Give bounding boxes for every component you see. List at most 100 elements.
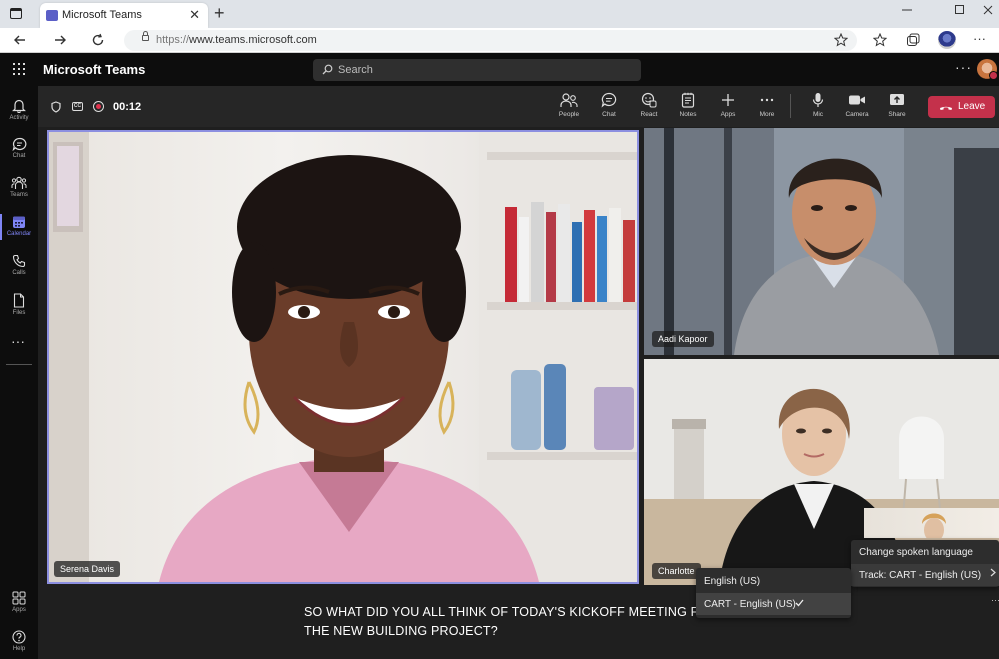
- favorites-icon[interactable]: [873, 33, 887, 47]
- participant-name-tag: Aadi Kapoor: [652, 331, 714, 347]
- chat-icon: [601, 92, 617, 108]
- shield-icon[interactable]: [51, 101, 61, 113]
- camera-icon: [849, 95, 865, 105]
- rail-item-help[interactable]: Help: [0, 623, 38, 659]
- rail-item-calendar[interactable]: Calendar: [0, 208, 38, 248]
- camera-button[interactable]: Camera: [837, 92, 877, 124]
- minimize-icon[interactable]: [902, 5, 912, 15]
- share-icon: [890, 94, 904, 105]
- rail-item-calls[interactable]: Calls: [0, 247, 38, 287]
- share-button[interactable]: Share: [877, 92, 917, 124]
- teams-favicon-icon: [46, 10, 58, 21]
- people-icon: [560, 93, 578, 107]
- maximize-icon[interactable]: [955, 5, 965, 15]
- help-icon: [12, 630, 26, 644]
- menu-item-english[interactable]: English (US): [704, 576, 760, 587]
- window-icon[interactable]: [10, 8, 22, 19]
- apps-button[interactable]: Apps: [708, 92, 748, 124]
- notes-button[interactable]: Notes: [668, 92, 708, 124]
- app-launcher-icon[interactable]: [13, 63, 25, 75]
- rail-item-teams[interactable]: Teams: [0, 169, 38, 209]
- toolbar-label: More: [759, 111, 775, 118]
- leave-button[interactable]: Leave: [928, 96, 995, 118]
- meeting-stage: Serena Davis Aadi Kapoor Charlotte SO WH…: [38, 127, 999, 659]
- address-bar-row: https://www.teams.microsoft.com ···: [0, 28, 999, 53]
- mic-icon: [812, 93, 824, 107]
- menu-item-track[interactable]: Track: CART - English (US): [859, 570, 981, 581]
- header-more-icon[interactable]: ···: [955, 59, 972, 75]
- leave-label: Leave: [958, 101, 986, 112]
- url-field[interactable]: https://www.teams.microsoft.com: [124, 30, 857, 51]
- hang-up-icon: [940, 106, 952, 110]
- rail-more-icon[interactable]: ···: [11, 333, 25, 349]
- live-caption: SO WHAT DID YOU ALL THINK OF TODAY'S KIC…: [304, 603, 724, 641]
- meeting-timer: 00:12: [113, 101, 142, 113]
- caption-more-icon[interactable]: ···: [991, 595, 999, 605]
- search-input[interactable]: Search: [313, 59, 641, 81]
- chat-button[interactable]: Chat: [589, 92, 629, 124]
- collections-icon[interactable]: [906, 33, 920, 47]
- phone-icon: [12, 254, 26, 268]
- rail-label: Calendar: [6, 231, 32, 237]
- toolbar-label: Camera: [845, 111, 869, 118]
- react-button[interactable]: React: [629, 92, 669, 124]
- participant-name-tag: Charlotte: [652, 563, 701, 579]
- user-avatar[interactable]: [977, 59, 998, 80]
- video-tile-serena[interactable]: Serena Davis: [47, 130, 639, 584]
- toolbar-label: People: [558, 111, 580, 118]
- rail-item-apps[interactable]: Apps: [0, 584, 38, 624]
- more-button[interactable]: More: [747, 92, 787, 124]
- people-button[interactable]: People: [549, 92, 589, 124]
- toolbar-label: Chat: [602, 111, 616, 118]
- file-icon: [13, 293, 25, 308]
- video-tile-aadi[interactable]: Aadi Kapoor: [644, 128, 999, 355]
- teams-icon: [11, 176, 27, 189]
- participant-video: [922, 513, 946, 538]
- toolbar-label: React: [640, 111, 658, 118]
- chat-icon: [12, 137, 26, 151]
- rail-label: Teams: [10, 192, 28, 198]
- browser-tab[interactable]: Microsoft Teams ✕: [40, 3, 208, 28]
- app-title: Microsoft Teams: [43, 62, 146, 77]
- participant-video: [49, 132, 637, 582]
- toolbar-label: Apps: [720, 111, 736, 118]
- rail-label: Calls: [12, 270, 26, 276]
- toolbar-label: Mic: [812, 111, 824, 118]
- close-window-icon[interactable]: [983, 5, 993, 15]
- refresh-icon[interactable]: [90, 32, 106, 48]
- browser-more-icon[interactable]: ···: [973, 31, 987, 46]
- rail-item-chat[interactable]: Chat: [0, 130, 38, 170]
- new-tab-button[interactable]: +: [214, 3, 225, 24]
- back-icon[interactable]: [12, 32, 28, 48]
- teams-header: Microsoft Teams Search ···: [0, 53, 999, 86]
- apps-icon: [12, 591, 26, 605]
- participant-video: [644, 128, 999, 355]
- app-rail: Activity Chat Teams Calendar Calls Files…: [0, 86, 38, 659]
- rail-label: Activity: [9, 115, 29, 121]
- toolbar-label: Share: [888, 111, 906, 118]
- favorite-add-icon[interactable]: [834, 33, 848, 47]
- menu-item-change-language[interactable]: Change spoken language: [859, 547, 973, 558]
- tab-title: Microsoft Teams: [62, 9, 142, 21]
- bell-icon: [12, 99, 26, 113]
- meeting-toolbar: CC 00:12 People Chat React Notes Apps Mo…: [38, 86, 999, 127]
- rail-item-activity[interactable]: Activity: [0, 91, 38, 131]
- language-submenu: English (US) CART - English (US): [696, 568, 851, 618]
- plus-icon: [722, 94, 734, 106]
- toolbar-divider: [790, 94, 791, 118]
- caption-line: THE NEW BUILDING PROJECT?: [304, 624, 498, 638]
- url-text: https://www.teams.microsoft.com: [156, 34, 317, 46]
- closed-captions-icon[interactable]: CC: [72, 102, 83, 111]
- mic-button[interactable]: Mic: [798, 92, 838, 124]
- rail-label: Chat: [12, 153, 26, 159]
- menu-item-cart-english[interactable]: CART - English (US): [704, 599, 796, 610]
- browser-profile-avatar[interactable]: [938, 31, 956, 49]
- toolbar-label: Notes: [679, 111, 697, 118]
- chevron-right-icon: [990, 568, 996, 577]
- self-video-preview[interactable]: [864, 508, 999, 538]
- tab-close-icon[interactable]: ✕: [189, 7, 200, 23]
- search-icon: [322, 64, 333, 75]
- forward-icon[interactable]: [52, 32, 68, 48]
- rail-item-files[interactable]: Files: [0, 286, 38, 326]
- react-icon: [641, 92, 657, 108]
